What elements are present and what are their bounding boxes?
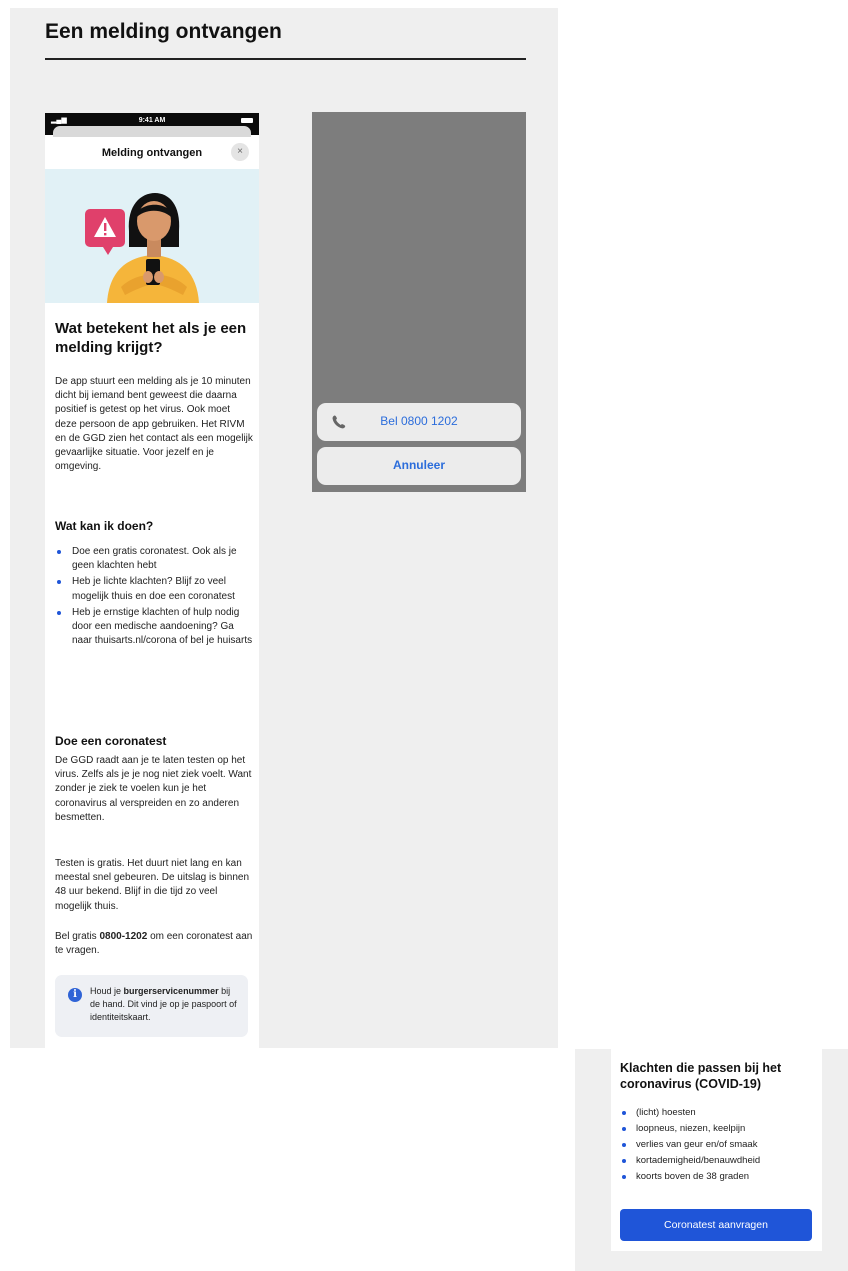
warning-icon — [85, 209, 125, 255]
page-title: Een melding ontvangen — [45, 20, 282, 43]
coronatest-paragraph-1: De GGD raadt aan je te laten testen op h… — [55, 755, 252, 823]
hero-illustration — [45, 169, 259, 303]
list-item: verlies van geur en/of smaak — [620, 1137, 815, 1153]
action-sheet-overlay: Bel 0800 1202 Annuleer — [312, 112, 526, 492]
main-heading: Wat betekent het als je een melding krij… — [55, 320, 247, 356]
symptoms-title: Klachten die passen bij het coronavirus … — [620, 1061, 782, 1091]
info-text-bold: burgerservicenummer — [123, 986, 219, 996]
title-divider — [45, 58, 526, 60]
list-item: loopneus, niezen, keelpijn — [620, 1121, 815, 1137]
list-item: koorts boven de 38 graden — [620, 1169, 815, 1185]
close-button[interactable]: × — [231, 143, 249, 161]
phone-screen: ▂▄▆ 9:41 AM Melding ontvangen × Wat bete… — [45, 113, 259, 1048]
status-time: 9:41 AM — [138, 117, 166, 124]
woman-with-phone-illustration — [85, 193, 199, 303]
coronatest-paragraph-2: Testen is gratis. Het duurt niet lang en… — [55, 858, 250, 912]
call-button-label: Bel 0800 1202 — [380, 414, 458, 428]
cancel-button-label: Annuleer — [392, 458, 445, 472]
symptoms-list: (licht) hoesten loopneus, niezen, keelpi… — [620, 1105, 815, 1185]
navigation-bar: Melding ontvangen × — [45, 137, 259, 169]
phone-number-link[interactable]: 0800-1202 — [99, 931, 147, 942]
battery-icon — [241, 118, 253, 123]
request-coronatest-button[interactable]: Coronatest aanvragen — [620, 1209, 812, 1241]
list-item: Heb je ernstige klachten of hulp nodig d… — [55, 606, 253, 649]
coronatest-paragraph-3: Bel gratis 0800-1202 om een coronatest a… — [55, 930, 253, 958]
todo-list: Doe een gratis coronatest. Ook als je ge… — [55, 545, 253, 650]
list-item: Heb je lichte klachten? Blijf zo veel mo… — [55, 575, 253, 603]
cancel-button[interactable]: Annuleer — [317, 447, 521, 485]
info-text-prefix: Houd je — [90, 986, 124, 996]
list-item: Doe een gratis coronatest. Ook als je ge… — [55, 545, 253, 573]
info-text: Houd je burgerservicenummer bij de hand.… — [90, 985, 240, 1024]
list-item: (licht) hoesten — [620, 1105, 815, 1121]
intro-paragraph: De app stuurt een melding als je 10 minu… — [55, 376, 253, 473]
info-box: i Houd je burgerservicenummer bij de han… — [55, 975, 248, 1037]
list-item: kortademigheid/benauwdheid — [620, 1153, 815, 1169]
close-icon: × — [237, 146, 243, 157]
nav-title: Melding ontvangen — [101, 147, 203, 159]
call-text-prefix: Bel gratis — [55, 931, 100, 942]
todo-heading: Wat kan ik doen? — [55, 519, 154, 533]
info-icon: i — [68, 988, 82, 1002]
call-button[interactable]: Bel 0800 1202 — [317, 403, 521, 441]
symptoms-card: Klachten die passen bij het coronavirus … — [611, 1049, 822, 1251]
coronatest-heading: Doe een coronatest — [55, 734, 167, 748]
